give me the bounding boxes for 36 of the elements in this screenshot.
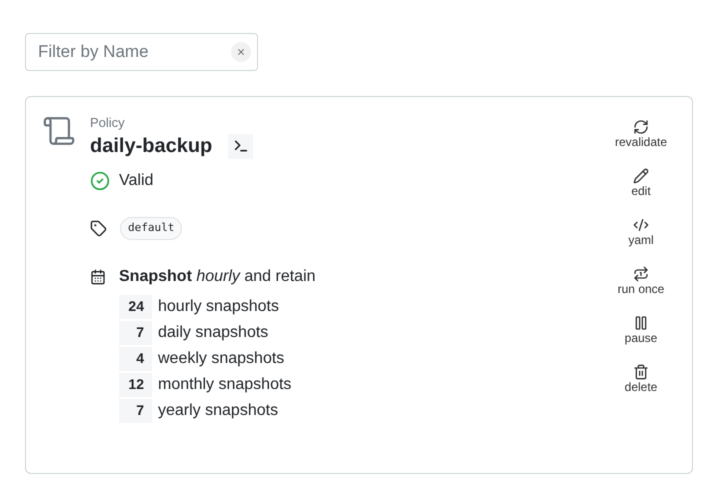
retention-count: 24: [119, 294, 152, 318]
retention-label: daily snapshots: [158, 322, 268, 342]
scroll-icon: [42, 114, 76, 148]
tag-icon: [90, 220, 107, 237]
terminal-icon: [232, 138, 249, 154]
refresh-icon: [633, 119, 649, 135]
action-button[interactable]: pause: [624, 315, 658, 346]
schedule-text: Snapshot hourly and retain: [119, 266, 316, 286]
tag-chip: default: [120, 217, 182, 240]
retention-count: 12: [119, 372, 152, 396]
terminal-button[interactable]: [228, 134, 254, 158]
action-button[interactable]: revalidate: [614, 119, 668, 150]
action-button[interactable]: edit: [631, 168, 651, 199]
close-icon: [236, 47, 246, 57]
retention-label: yearly snapshots: [158, 400, 278, 420]
filter-input[interactable]: Filter by Name: [38, 39, 231, 65]
action-button[interactable]: run once: [618, 266, 664, 297]
action-button[interactable]: delete: [624, 364, 658, 395]
pencil-icon: [632, 168, 649, 184]
retention-count: 7: [119, 398, 152, 422]
retention-count: 4: [119, 346, 152, 370]
code-icon: [633, 217, 649, 233]
clear-button[interactable]: [231, 42, 251, 62]
retention-label: hourly snapshots: [158, 296, 279, 316]
calendar-icon: [90, 268, 106, 284]
retention-label: weekly snapshots: [158, 348, 284, 368]
trash-icon: [632, 364, 649, 380]
policy-type: Policy: [90, 115, 126, 131]
action-button[interactable]: yaml: [628, 217, 654, 248]
pause-icon: [632, 315, 649, 331]
repeat-once-icon: [632, 266, 649, 282]
retention-label: monthly snapshots: [158, 374, 292, 394]
status-label: Valid: [119, 171, 154, 191]
retention-count: 7: [119, 320, 152, 344]
filter-field[interactable]: Filter by Name: [25, 33, 258, 71]
policy-name: daily-backup: [90, 134, 212, 159]
